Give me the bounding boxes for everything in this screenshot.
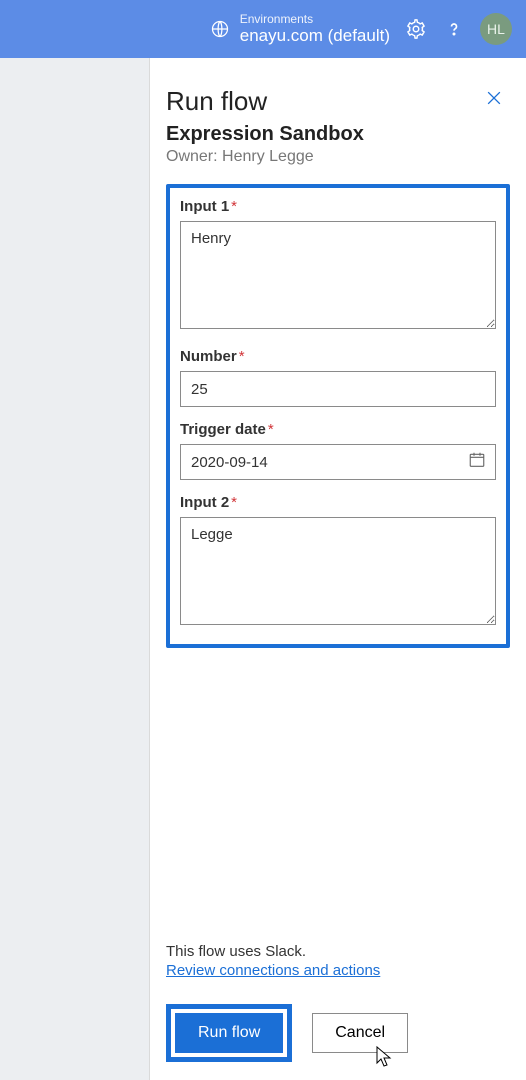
panel-title: Run flow bbox=[166, 86, 510, 117]
trigger-date-field[interactable] bbox=[180, 444, 496, 480]
input1-field[interactable] bbox=[180, 221, 496, 329]
help-icon[interactable] bbox=[442, 17, 466, 41]
footer-info: This flow uses Slack. bbox=[166, 943, 510, 960]
number-label: Number* bbox=[180, 348, 496, 365]
run-button-highlight: Run flow bbox=[166, 1004, 292, 1062]
top-bar: Environments enayu.com (default) HL bbox=[0, 0, 526, 58]
run-flow-panel: Run flow Expression Sandbox Owner: Henry… bbox=[150, 58, 526, 1080]
trigger-date-label: Trigger date* bbox=[180, 421, 496, 438]
input2-label: Input 2* bbox=[180, 494, 496, 511]
number-field[interactable] bbox=[180, 371, 496, 407]
input1-label: Input 1* bbox=[180, 198, 496, 215]
input2-field[interactable]: <span></span> bbox=[180, 517, 496, 625]
avatar-initials: HL bbox=[487, 21, 505, 37]
environment-name: enayu.com (default) bbox=[240, 26, 390, 46]
cancel-button[interactable]: Cancel bbox=[312, 1013, 408, 1053]
environment-selector[interactable]: Environments enayu.com (default) bbox=[210, 12, 390, 47]
left-background bbox=[0, 58, 150, 1080]
review-connections-link[interactable]: Review connections and actions bbox=[166, 962, 380, 979]
environment-icon bbox=[210, 19, 230, 39]
close-icon[interactable] bbox=[480, 84, 508, 112]
panel-owner: Owner: Henry Legge bbox=[166, 148, 510, 166]
gear-icon[interactable] bbox=[404, 17, 428, 41]
environment-label: Environments bbox=[240, 12, 390, 26]
panel-subtitle: Expression Sandbox bbox=[166, 123, 510, 146]
run-flow-button[interactable]: Run flow bbox=[175, 1013, 283, 1053]
form-highlight: Input 1* Number* Trigger date* bbox=[166, 184, 510, 648]
avatar[interactable]: HL bbox=[480, 13, 512, 45]
